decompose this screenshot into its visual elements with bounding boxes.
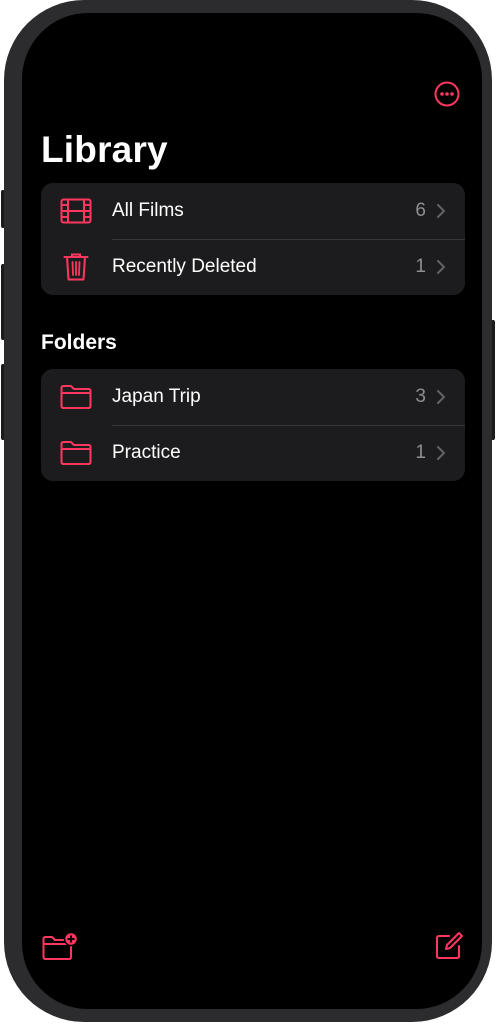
folders-section-header: Folders: [41, 331, 117, 354]
phone-bezel: Library All Films 6 Recently Deleted 1 F…: [4, 0, 492, 1022]
more-options-button[interactable]: [434, 81, 460, 107]
row-label: Practice: [112, 442, 181, 463]
folder-icon: [60, 437, 92, 469]
new-folder-button[interactable]: [42, 931, 79, 961]
row-label: All Films: [112, 200, 184, 221]
row-count: 6: [415, 200, 426, 221]
chevron-right-icon: [437, 446, 445, 460]
compose-button[interactable]: [434, 931, 470, 961]
film-icon: [60, 195, 92, 227]
square-and-pencil-icon: [436, 932, 463, 959]
page-title: Library: [41, 129, 168, 170]
folders-list: Japan Trip 3 Practice 1: [41, 369, 465, 481]
ellipsis-circle-icon: [434, 81, 460, 107]
library-list: All Films 6 Recently Deleted 1: [41, 183, 465, 295]
library-item-all-films[interactable]: All Films 6: [41, 183, 465, 239]
folder-item-japan-trip[interactable]: Japan Trip 3: [41, 369, 465, 425]
chevron-right-icon: [437, 390, 445, 404]
chevron-right-icon: [437, 260, 445, 274]
folder-icon: [60, 381, 92, 413]
row-label: Japan Trip: [112, 386, 201, 407]
chevron-right-icon: [437, 204, 445, 218]
device-frame: Library All Films 6 Recently Deleted 1 F…: [0, 0, 504, 1024]
screen: Library All Films 6 Recently Deleted 1 F…: [22, 13, 482, 1009]
row-label: Recently Deleted: [112, 256, 257, 277]
trash-icon: [60, 251, 92, 283]
row-count: 3: [415, 386, 426, 407]
folder-badge-plus-icon: [42, 931, 79, 960]
row-count: 1: [415, 442, 426, 463]
folder-item-practice[interactable]: Practice 1: [41, 425, 465, 481]
row-count: 1: [415, 256, 426, 277]
library-item-recently-deleted[interactable]: Recently Deleted 1: [41, 239, 465, 295]
